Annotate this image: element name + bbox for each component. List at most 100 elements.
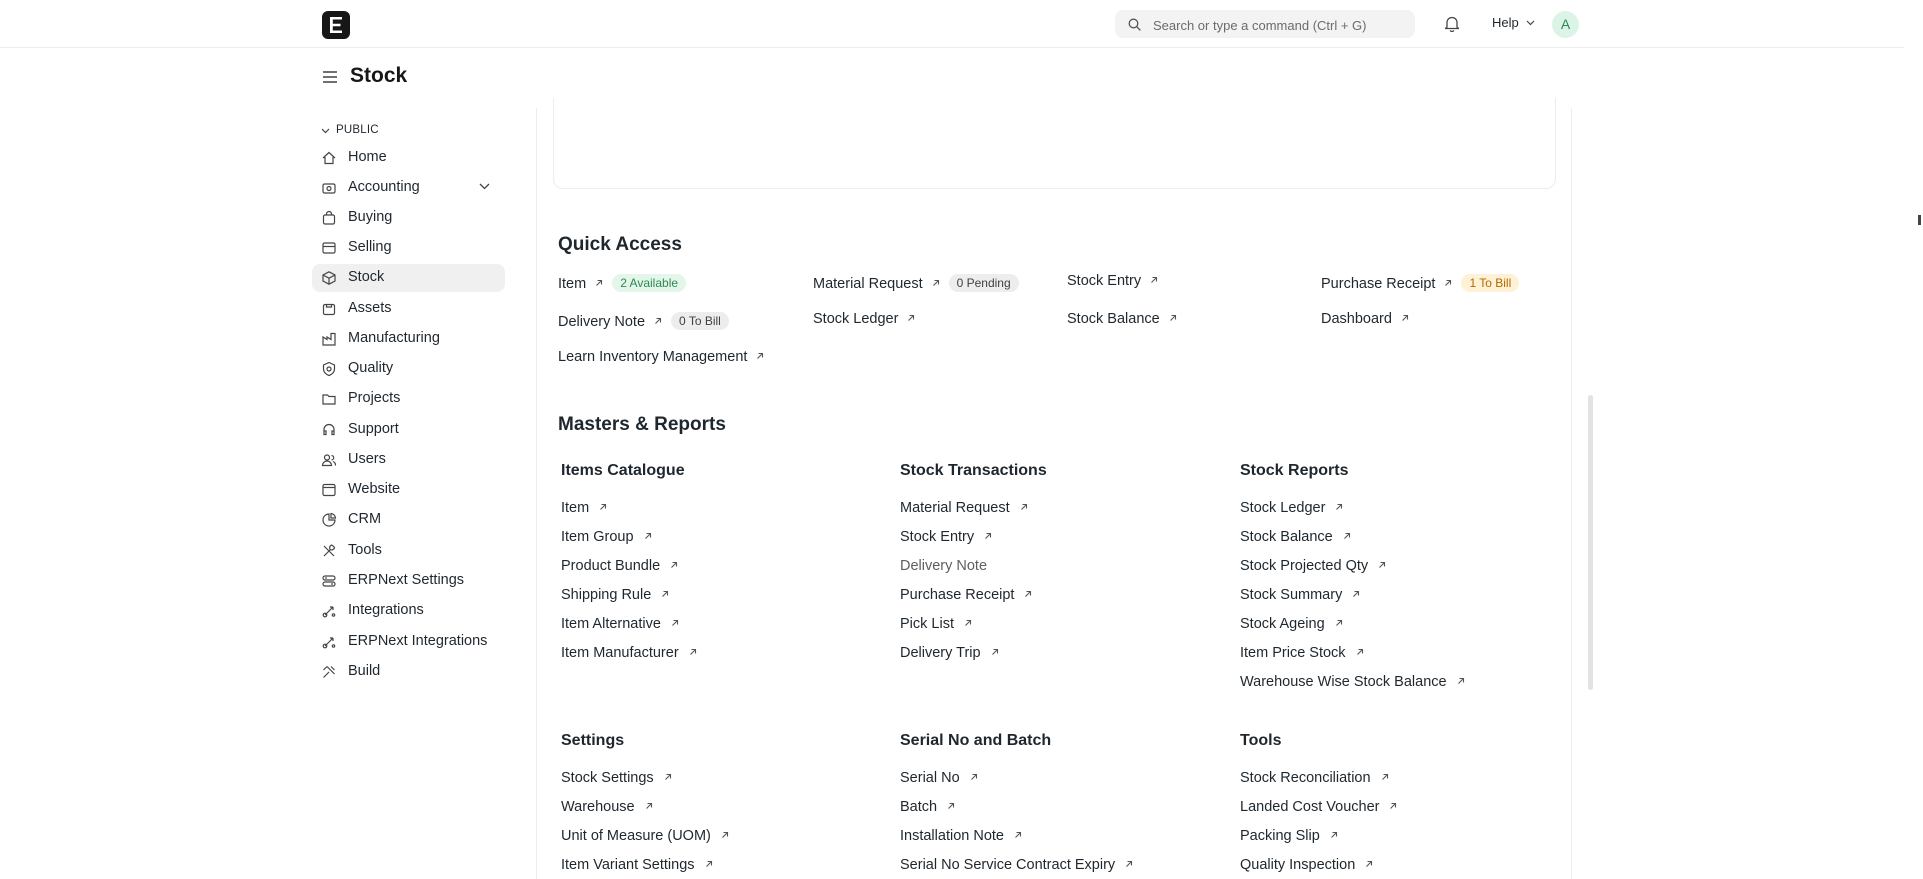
quick-access-link-item[interactable]: Item 2 Available [558, 274, 687, 292]
card-link-unit-of-measure-uom[interactable]: Unit of Measure (UOM) [561, 828, 729, 844]
sidebar-item-manufacturing[interactable]: Manufacturing [312, 325, 505, 353]
card-title-stock-reports: Stock Reports [1240, 462, 1349, 479]
external-arrow-icon [908, 314, 915, 321]
external-arrow-icon [1356, 648, 1363, 655]
card-link-stock-entry[interactable]: Stock Entry [900, 529, 992, 545]
card-link-stock-ledger[interactable]: Stock Ledger [1240, 500, 1343, 516]
notifications-bell[interactable] [1444, 15, 1460, 37]
sidebar-item-quality[interactable]: Quality [312, 355, 505, 383]
external-arrow-icon [705, 860, 712, 867]
quick-access-link-purchase-receipt[interactable]: Purchase Receipt 1 To Bill [1321, 274, 1520, 292]
scrollbar[interactable] [1588, 395, 1593, 690]
sidebar-item-label: CRM [348, 511, 382, 527]
sidebar-item-erpnext-integrations[interactable]: ERPNext Integrations [312, 628, 505, 656]
quick-access-link-delivery-note[interactable]: Delivery Note 0 To Bill [558, 312, 729, 330]
card-link-pick-list[interactable]: Pick List [900, 616, 972, 632]
card-link-stock-projected-qty[interactable]: Stock Projected Qty [1240, 558, 1386, 574]
card-link-stock-summary[interactable]: Stock Summary [1240, 587, 1360, 603]
sidebar-item-selling[interactable]: Selling [312, 234, 505, 262]
card-link-shipping-rule[interactable]: Shipping Rule [561, 587, 669, 603]
card-link-installation-note[interactable]: Installation Note [900, 828, 1022, 844]
quick-access-link-dashboard[interactable]: Dashboard [1321, 311, 1409, 327]
quick-access-link-stock-balance[interactable]: Stock Balance [1067, 311, 1177, 327]
accounting-icon [322, 183, 336, 194]
card-link-item-manufacturer[interactable]: Item Manufacturer [561, 645, 697, 661]
link-label: Batch [900, 799, 938, 815]
user-avatar[interactable]: A [1552, 11, 1579, 38]
card-link-delivery-trip[interactable]: Delivery Trip [900, 645, 999, 661]
card-link-delivery-note[interactable]: Delivery Note [900, 558, 987, 574]
chevron-down-icon[interactable] [479, 183, 490, 190]
count-badge: 2 Available [612, 274, 687, 292]
search-input[interactable] [1151, 14, 1405, 36]
sidebar-item-label: Build [348, 663, 381, 679]
card-link-packing-slip[interactable]: Packing Slip [1240, 828, 1338, 844]
external-arrow-icon [985, 532, 992, 539]
external-arrow-icon [689, 648, 696, 655]
card-link-quality-inspection[interactable]: Quality Inspection [1240, 857, 1373, 873]
external-arrow-icon [965, 619, 972, 626]
card-link-stock-settings[interactable]: Stock Settings [561, 770, 672, 786]
sidebar-item-website[interactable]: Website [312, 476, 505, 504]
card-link-landed-cost-voucher[interactable]: Landed Cost Voucher [1240, 799, 1397, 815]
sidebar-section-public[interactable]: PUBLIC [321, 124, 379, 136]
card-link-serial-no-service-contract-expiry[interactable]: Serial No Service Contract Expiry [900, 857, 1133, 873]
sidebar-item-tools[interactable]: Tools [312, 537, 505, 565]
content-divider [1571, 108, 1572, 879]
sidebar-item-erpnext-settings[interactable]: ERPNext Settings [312, 567, 505, 595]
card-link-item-variant-settings[interactable]: Item Variant Settings [561, 857, 713, 873]
external-arrow-icon [757, 352, 764, 359]
card-link-serial-no[interactable]: Serial No [900, 770, 978, 786]
sidebar-item-buying[interactable]: Buying [312, 204, 505, 232]
link-label: Stock Entry [900, 529, 975, 545]
card-link-material-request[interactable]: Material Request [900, 500, 1028, 516]
card-link-item-price-stock[interactable]: Item Price Stock [1240, 645, 1364, 661]
sidebar-item-support[interactable]: Support [312, 416, 505, 444]
card-link-item[interactable]: Item [561, 500, 607, 516]
external-arrow-icon [1020, 503, 1027, 510]
card-link-stock-reconciliation[interactable]: Stock Reconciliation [1240, 770, 1389, 786]
assets-icon [322, 303, 336, 316]
tools-icon [323, 544, 336, 557]
sidebar-item-accounting[interactable]: Accounting [312, 174, 505, 202]
projects-icon [322, 394, 336, 405]
card-link-stock-balance[interactable]: Stock Balance [1240, 529, 1351, 545]
sidebar-item-stock[interactable]: Stock [312, 264, 505, 292]
external-arrow-icon [991, 648, 998, 655]
sidebar-item-users[interactable]: Users [312, 446, 505, 474]
sidebar-item-projects[interactable]: Projects [312, 385, 505, 413]
sidebar-item-label: Assets [348, 300, 392, 316]
quick-access-link-material-request[interactable]: Material Request 0 Pending [813, 274, 1019, 292]
link-label: Material Request [900, 500, 1010, 516]
card-link-warehouse-wise-stock-balance[interactable]: Warehouse Wise Stock Balance [1240, 674, 1465, 690]
search-bar[interactable] [1115, 10, 1415, 38]
sidebar-item-label: Support [348, 421, 399, 437]
count-badge: 1 To Bill [1461, 274, 1520, 292]
link-label: Item Variant Settings [561, 857, 695, 873]
sidebar-item-crm[interactable]: CRM [312, 506, 505, 534]
sidebar-toggle-button[interactable] [322, 70, 338, 89]
sidebar-item-build[interactable]: Build [312, 658, 505, 686]
chevron-down-icon [321, 128, 330, 134]
link-label: Pick List [900, 616, 954, 632]
card-link-item-alternative[interactable]: Item Alternative [561, 616, 679, 632]
app-logo[interactable] [322, 11, 350, 39]
card-link-product-bundle[interactable]: Product Bundle [561, 558, 678, 574]
quick-access-heading: Quick Access [558, 234, 682, 255]
card-link-purchase-receipt[interactable]: Purchase Receipt [900, 587, 1032, 603]
help-dropdown[interactable]: Help [1492, 15, 1535, 30]
card-link-stock-ageing[interactable]: Stock Ageing [1240, 616, 1343, 632]
link-label: Purchase Receipt [900, 587, 1015, 603]
quick-access-link-stock-entry[interactable]: Stock Entry [1067, 273, 1158, 289]
sidebar-item-label: Integrations [348, 602, 424, 618]
quick-access-link-stock-ledger[interactable]: Stock Ledger [813, 311, 915, 327]
sidebar-item-home[interactable]: Home [312, 144, 505, 172]
quick-access-link-learn-inventory-management[interactable]: Learn Inventory Management [558, 349, 764, 365]
sidebar-item-assets[interactable]: Assets [312, 295, 505, 323]
external-arrow-icon [645, 802, 652, 809]
card-link-item-group[interactable]: Item Group [561, 529, 652, 545]
sidebar-item-integrations[interactable]: Integrations [312, 597, 505, 625]
link-label: Warehouse Wise Stock Balance [1240, 674, 1447, 690]
card-link-warehouse[interactable]: Warehouse [561, 799, 653, 815]
card-link-batch[interactable]: Batch [900, 799, 955, 815]
